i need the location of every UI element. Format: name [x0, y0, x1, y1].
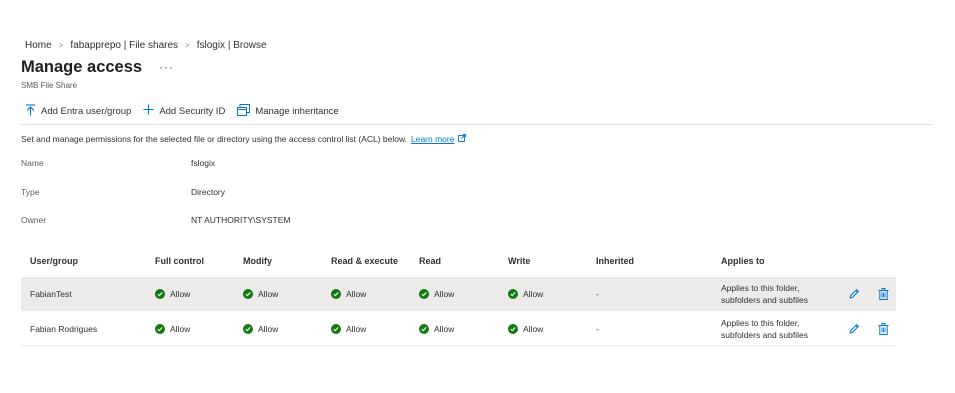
page-title: Manage access: [21, 58, 143, 76]
write-cell: Allow: [508, 312, 543, 345]
owner-label: Owner: [21, 215, 47, 225]
col-header-inherited[interactable]: Inherited: [596, 256, 634, 266]
edit-pencil-icon[interactable]: [847, 287, 861, 301]
upload-arrow-icon: [25, 103, 41, 119]
description-text: Set and manage permissions for the selec…: [21, 134, 407, 144]
name-value: fslogix: [191, 158, 216, 168]
applies-line-1: Applies to this folder,: [721, 282, 800, 293]
delete-trash-icon[interactable]: [876, 287, 890, 301]
applies-line-1: Applies to this folder,: [721, 317, 800, 328]
breadcrumb-browse[interactable]: fslogix | Browse: [197, 40, 267, 51]
applies-to-cell: Applies to this folder, subfolders and su…: [721, 312, 808, 345]
external-link-icon: [458, 134, 467, 144]
col-header-full-control[interactable]: Full control: [155, 256, 204, 266]
check-circle-icon: [419, 288, 429, 299]
more-options-button[interactable]: ···: [159, 60, 174, 74]
check-circle-icon: [243, 323, 253, 334]
owner-value: NT AUTHORITY\SYSTEM: [191, 215, 291, 225]
toolbar-divider: [21, 124, 932, 125]
applies-line-2: subfolders and subfiles: [721, 329, 808, 340]
breadcrumb-home[interactable]: Home: [25, 40, 52, 51]
add-entra-user-group-button[interactable]: Add Entra user/group: [25, 103, 132, 119]
edit-pencil-icon[interactable]: [847, 322, 861, 336]
allow-text: Allow: [434, 323, 455, 334]
allow-text: Allow: [258, 323, 279, 334]
read-cell: Allow: [419, 312, 454, 345]
chevron-right-icon: >: [58, 40, 64, 50]
type-value: Directory: [191, 187, 226, 197]
col-header-modify[interactable]: Modify: [243, 256, 272, 266]
check-circle-icon: [331, 288, 341, 299]
breadcrumb: Home > fabapprepo | File shares > fslogi…: [25, 38, 267, 52]
check-circle-icon: [508, 323, 518, 334]
check-circle-icon: [155, 323, 165, 334]
command-bar: Add Entra user/group Add Security ID Man…: [25, 102, 351, 120]
full-control-cell: Allow: [155, 312, 190, 345]
write-cell: Allow: [508, 277, 543, 310]
applies-to-cell: Applies to this folder, subfolders and su…: [721, 277, 808, 310]
table-row[interactable]: FabianTest Allow Allow Allow Allow Allow…: [21, 277, 896, 311]
add-security-id-button[interactable]: Add Security ID: [143, 104, 225, 118]
col-header-write[interactable]: Write: [508, 256, 530, 266]
chevron-right-icon: >: [185, 40, 190, 50]
read-execute-cell: Allow: [331, 312, 366, 345]
check-circle-icon: [243, 288, 253, 299]
modify-cell: Allow: [243, 277, 278, 310]
inherited-cell: -: [596, 288, 599, 299]
check-circle-icon: [508, 288, 518, 299]
name-label: Name: [21, 158, 44, 168]
manage-inheritance-button[interactable]: Manage inheritance: [237, 103, 339, 119]
read-execute-cell: Allow: [331, 277, 366, 310]
check-circle-icon: [331, 323, 341, 334]
page-subtitle: SMB File Share: [21, 81, 78, 90]
allow-text: Allow: [170, 288, 191, 299]
table-row[interactable]: Fabian Rodrigues Allow Allow Allow Allow…: [21, 312, 896, 346]
type-label: Type: [21, 187, 40, 197]
allow-text: Allow: [523, 288, 544, 299]
col-header-applies-to[interactable]: Applies to: [721, 256, 765, 266]
delete-trash-icon[interactable]: [876, 322, 890, 336]
row-user: Fabian Rodrigues: [30, 323, 98, 334]
col-header-read-execute[interactable]: Read & execute: [331, 256, 398, 266]
check-circle-icon: [419, 323, 429, 334]
col-header-read[interactable]: Read: [419, 256, 441, 266]
allow-text: Allow: [523, 323, 544, 334]
allow-text: Allow: [346, 323, 367, 334]
plus-icon: [143, 104, 159, 118]
col-header-user[interactable]: User/group: [30, 256, 78, 266]
allow-text: Allow: [258, 288, 279, 299]
learn-more-link[interactable]: Learn more: [411, 134, 454, 144]
full-control-cell: Allow: [155, 277, 190, 310]
breadcrumb-file-shares[interactable]: fabapprepo | File shares: [70, 40, 178, 51]
read-cell: Allow: [419, 277, 454, 310]
allow-text: Allow: [170, 323, 191, 334]
description: Set and manage permissions for the selec…: [21, 134, 467, 144]
allow-text: Allow: [434, 288, 455, 299]
row-user: FabianTest: [30, 288, 72, 299]
allow-text: Allow: [346, 288, 367, 299]
windows-stack-icon: [237, 103, 255, 119]
add-entra-label: Add Entra user/group: [41, 105, 132, 117]
manage-inheritance-label: Manage inheritance: [255, 105, 339, 117]
applies-line-2: subfolders and subfiles: [721, 294, 808, 305]
check-circle-icon: [155, 288, 165, 299]
modify-cell: Allow: [243, 312, 278, 345]
add-security-id-label: Add Security ID: [159, 105, 226, 117]
inherited-cell: -: [596, 323, 599, 334]
